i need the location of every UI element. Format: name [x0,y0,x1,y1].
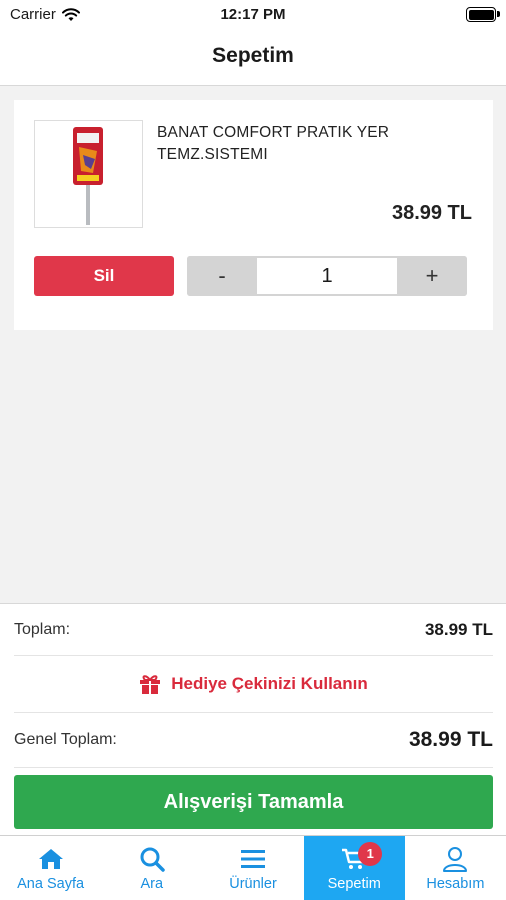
checkout-button[interactable]: Alışverişi Tamamla [14,775,493,829]
cart-item: BANAT COMFORT PRATIK YER TEMZ.SISTEMI 38… [14,100,493,330]
tab-cart-label: Sepetim [327,876,381,892]
tab-search-label: Ara [140,876,164,892]
battery-icon [466,7,496,22]
grand-total-row: Genel Toplam: 38.99 TL [14,713,493,768]
mop-product-icon [73,127,103,225]
status-time: 12:17 PM [220,6,286,23]
tab-products-label: Ürünler [229,876,277,892]
tab-bar: Ana Sayfa Ara Ürünler 1 Sepetim Hesabım [0,835,506,900]
tab-home[interactable]: Ana Sayfa [0,836,101,900]
navigation-bar: Sepetim [0,30,506,86]
delete-button[interactable]: Sil [34,256,174,296]
menu-icon [239,845,267,873]
tab-cart[interactable]: 1 Sepetim [303,836,405,900]
quantity-field[interactable]: 1 [257,258,397,294]
user-icon [441,845,469,873]
tab-home-label: Ana Sayfa [17,876,85,892]
battery-tip [497,11,500,17]
product-image[interactable] [34,120,143,228]
quantity-stepper: - 1 + [187,256,467,296]
order-summary: Toplam: 38.99 TL Hediye Çekinizi Kullanı… [0,603,506,835]
tab-products[interactable]: Ürünler [202,836,303,900]
gift-voucher-link[interactable]: Hediye Çekinizi Kullanın [14,656,493,713]
increment-button[interactable]: + [397,256,467,296]
home-icon [37,845,65,873]
tab-account-label: Hesabım [426,876,485,892]
product-price: 38.99 TL [391,202,472,224]
tab-account[interactable]: Hesabım [405,836,506,900]
gift-voucher-label: Hediye Çekinizi Kullanın [171,674,368,693]
subtotal-value: 38.99 TL [424,619,493,639]
status-bar: Carrier 12:17 PM [0,0,506,30]
gift-icon [140,675,161,694]
subtotal-label: Toplam: [14,620,71,638]
decrement-button[interactable]: - [187,256,257,296]
subtotal-row: Toplam: 38.99 TL [14,604,493,656]
cart-badge: 1 [358,842,383,866]
grand-total-value: 38.99 TL [408,728,493,751]
page-title: Sepetim [212,44,294,67]
tab-search[interactable]: Ara [101,836,202,900]
search-icon [138,845,166,873]
grand-total-label: Genel Toplam: [14,731,117,748]
product-name: BANAT COMFORT PRATIK YER TEMZ.SISTEMI [157,124,390,163]
